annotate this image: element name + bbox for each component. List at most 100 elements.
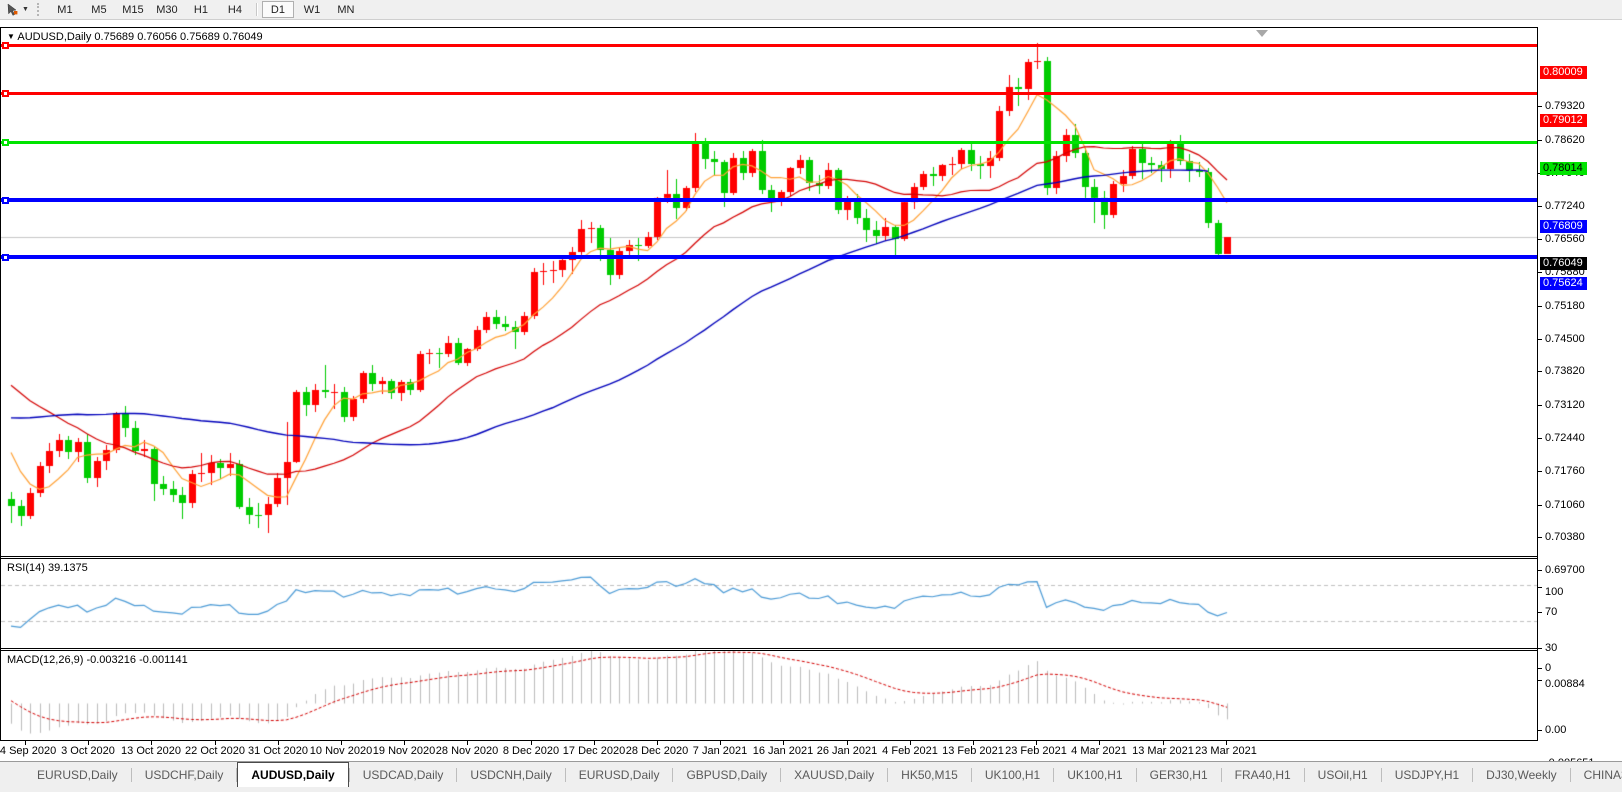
date-tick-label: 22 Oct 2020 (185, 745, 245, 757)
axis-tick-mark (1538, 730, 1542, 731)
line-handle-icon[interactable] (2, 254, 9, 261)
price-tick-label: 0.73820 (1545, 365, 1585, 377)
chart-tab-audusd-daily[interactable]: AUDUSD,Daily (237, 762, 348, 787)
chart-tab-usdcad-daily[interactable]: USDCAD,Daily (350, 762, 457, 787)
timeframe-button-mn[interactable]: MN (330, 1, 362, 18)
chart-tab-xauusd-daily[interactable]: XAUUSD,Daily (781, 762, 887, 787)
macd-indicator-chart[interactable] (1, 651, 1537, 739)
date-tick-label: 8 Dec 2020 (503, 745, 559, 757)
macd-label: MACD(12,26,9) -0.003216 -0.001141 (7, 654, 188, 666)
chart-tab-usoil-h1[interactable]: USOil,H1 (1305, 762, 1381, 787)
rsi-indicator-chart[interactable] (1, 559, 1537, 647)
line-handle-icon[interactable] (2, 90, 9, 97)
chart-title: ▼ AUDUSD,Daily 0.75689 0.76056 0.75689 0… (7, 31, 263, 43)
chart-symbol-period: AUDUSD,Daily (17, 31, 91, 43)
toolbar-grip-handle[interactable] (37, 3, 44, 16)
date-tick-label: 13 Mar 2021 (1132, 745, 1194, 757)
chart-tab-ger30-h1[interactable]: GER30,H1 (1137, 762, 1221, 787)
price-tick-label: 0.76560 (1545, 233, 1585, 245)
date-tick-label: 3 Oct 2020 (61, 745, 115, 757)
date-tick-label: 13 Feb 2021 (942, 745, 1004, 757)
chart-tab-hk50-m15[interactable]: HK50,M15 (888, 762, 971, 787)
main-price-chart[interactable] (1, 28, 1537, 556)
axis-tick-mark (1538, 371, 1542, 372)
toolbar-separator (256, 3, 257, 16)
chart-tab-gbpusd-daily[interactable]: GBPUSD,Daily (673, 762, 780, 787)
timeframe-button-m5[interactable]: M5 (83, 1, 115, 18)
horizontal-line-0.80009[interactable] (1, 44, 1537, 47)
timeframe-button-h4[interactable]: H4 (219, 1, 251, 18)
timeframe-button-w1[interactable]: W1 (296, 1, 328, 18)
price-tick-label: 0.73120 (1545, 399, 1585, 411)
main-panel-bottom-border (0, 556, 1538, 557)
horizontal-line-0.79012[interactable] (1, 92, 1537, 95)
line-handle-icon[interactable] (2, 139, 9, 146)
chart-tab-eurusd-daily[interactable]: EURUSD,Daily (24, 762, 131, 787)
date-tick-label: 28 Dec 2020 (626, 745, 688, 757)
axis-tick-mark (1538, 339, 1542, 340)
horizontal-line-0.76809[interactable] (1, 198, 1537, 202)
time-axis[interactable]: 24 Sep 20203 Oct 202013 Oct 202022 Oct 2… (0, 741, 1538, 761)
axis-tick-mark (1538, 587, 1542, 588)
axis-tick-mark (1538, 239, 1542, 240)
line-price-label: 0.78014 (1540, 162, 1587, 175)
chart-shift-marker[interactable] (1256, 30, 1268, 37)
price-axis[interactable]: 0.793200.786200.779400.772400.765600.758… (1538, 27, 1622, 741)
timeframe-button-d1[interactable]: D1 (262, 1, 294, 18)
rsi-tick-label: 30 (1545, 642, 1557, 654)
axis-tick-mark (1538, 272, 1542, 273)
rsi-tick-label: 70 (1545, 606, 1557, 618)
line-handle-icon[interactable] (2, 42, 9, 49)
rsi-tick-label: 0 (1545, 662, 1551, 674)
chart-tab-dj30-weekly[interactable]: DJ30,Weekly (1473, 762, 1569, 787)
date-tick-label: 19 Nov 2020 (373, 745, 435, 757)
line-price-label: 0.80009 (1540, 66, 1587, 79)
chart-ohlc-values: 0.75689 0.76056 0.75689 0.76049 (94, 31, 262, 43)
horizontal-line-0.78014[interactable] (1, 141, 1537, 144)
horizontal-line-0.75624[interactable] (1, 255, 1537, 259)
date-tick-label: 16 Jan 2021 (753, 745, 814, 757)
cursor-tool-caret[interactable]: ▼ (22, 6, 29, 13)
price-tick-label: 0.79320 (1545, 100, 1585, 112)
timeframe-button-m30[interactable]: M30 (151, 1, 183, 18)
axis-tick-mark (1538, 648, 1542, 649)
rsi-label: RSI(14) 39.1375 (7, 562, 88, 574)
date-tick-label: 31 Oct 2020 (248, 745, 308, 757)
timeframe-button-m15[interactable]: M15 (117, 1, 149, 18)
date-tick-label: 4 Feb 2021 (882, 745, 938, 757)
timeframe-button-m1[interactable]: M1 (49, 1, 81, 18)
axis-tick-mark (1538, 306, 1542, 307)
axis-tick-mark (1538, 612, 1542, 613)
chart-tab-eurusd-daily[interactable]: EURUSD,Daily (566, 762, 673, 787)
axis-tick-mark (1538, 668, 1542, 669)
axis-tick-mark (1538, 505, 1542, 506)
price-tick-label: 0.70380 (1545, 531, 1585, 543)
price-tick-label: 0.71760 (1545, 465, 1585, 477)
axis-tick-mark (1538, 537, 1542, 538)
line-handle-icon[interactable] (2, 197, 9, 204)
chart-tab-bar: EURUSD,DailyUSDCHF,DailyAUDUSD,DailyUSDC… (0, 761, 1622, 792)
timeframe-button-h1[interactable]: H1 (185, 1, 217, 18)
chart-tab-usdcnh-daily[interactable]: USDCNH,Daily (457, 762, 564, 787)
date-tick-label: 4 Mar 2021 (1071, 745, 1127, 757)
chart-tab-fra40-h1[interactable]: FRA40,H1 (1222, 762, 1304, 787)
axis-tick-mark (1538, 405, 1542, 406)
date-tick-label: 28 Nov 2020 (436, 745, 498, 757)
chart-tab-uk100-h1[interactable]: UK100,H1 (1054, 762, 1135, 787)
price-tick-label: 0.78620 (1545, 134, 1585, 146)
axis-tick-mark (1538, 140, 1542, 141)
axis-tick-mark (1538, 438, 1542, 439)
chart-tab-usdjpy-h1[interactable]: USDJPY,H1 (1382, 762, 1472, 787)
price-tick-label: 0.69700 (1545, 564, 1585, 576)
chart-title-collapse-icon[interactable]: ▼ (7, 32, 15, 41)
crosshair-pointer-icon (6, 3, 19, 16)
chart-tab-china300-h1[interactable]: CHINA300,H1 (1571, 762, 1622, 787)
macd-tick-label: 0.00 (1545, 724, 1566, 736)
line-price-label: 0.79012 (1540, 114, 1587, 127)
rsi-tick-label: 100 (1545, 586, 1563, 598)
date-tick-label: 23 Feb 2021 (1005, 745, 1067, 757)
axis-tick-mark (1538, 106, 1542, 107)
cursor-tool-icon[interactable] (2, 2, 22, 17)
chart-tab-uk100-h1[interactable]: UK100,H1 (972, 762, 1053, 787)
chart-tab-usdchf-daily[interactable]: USDCHF,Daily (132, 762, 237, 787)
